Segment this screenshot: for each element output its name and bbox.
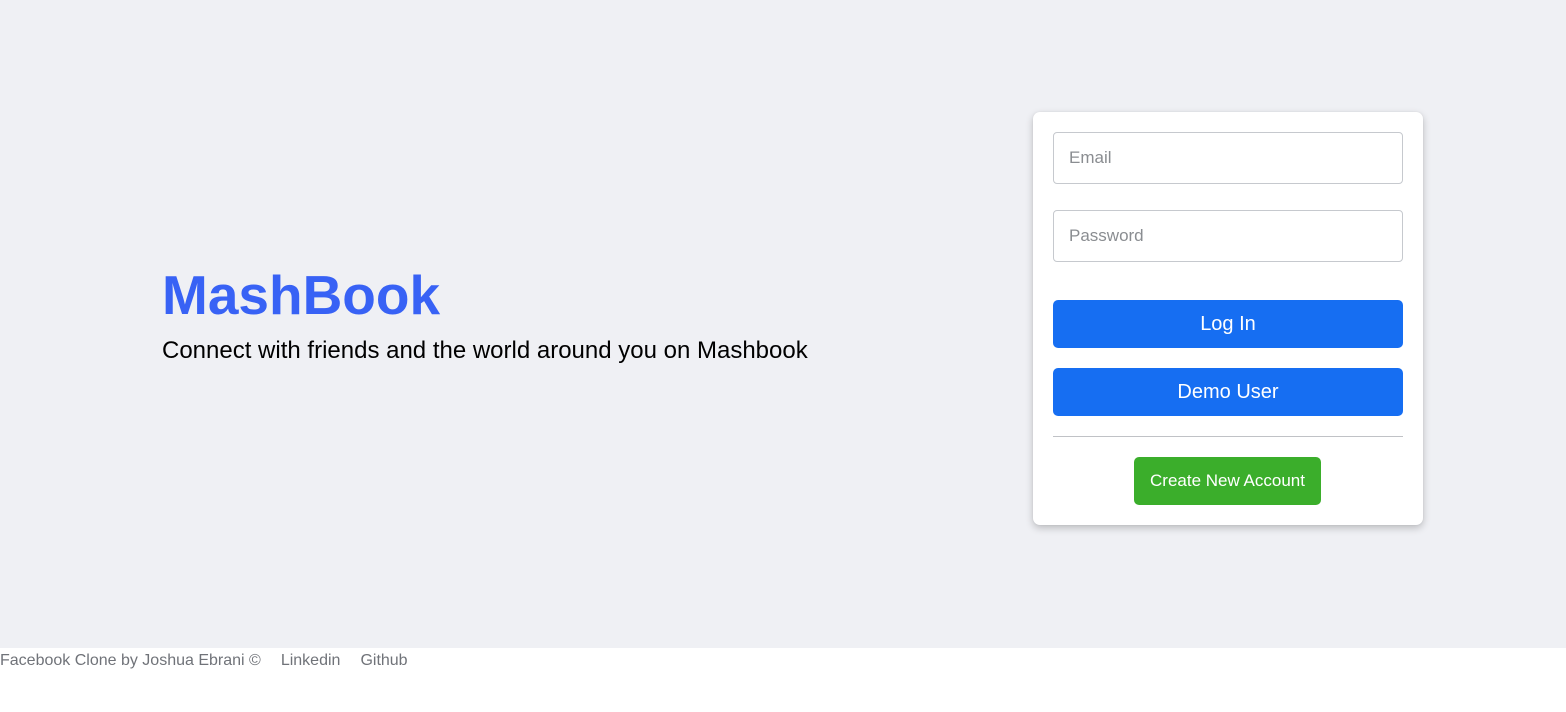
brand-title: MashBook <box>162 264 441 326</box>
create-account-button[interactable]: Create New Account <box>1134 457 1321 505</box>
landing-main: MashBook Connect with friends and the wo… <box>0 0 1566 648</box>
password-field[interactable] <box>1053 210 1403 262</box>
linkedin-link[interactable]: Linkedin <box>281 652 341 670</box>
login-button[interactable]: Log In <box>1053 300 1403 348</box>
brand-section: MashBook Connect with friends and the wo… <box>162 262 808 366</box>
github-link[interactable]: Github <box>360 652 407 670</box>
login-card: Log In Demo User Create New Account <box>1033 112 1423 525</box>
email-field[interactable] <box>1053 132 1403 184</box>
footer: Facebook Clone by Joshua Ebrani © Linked… <box>0 650 428 672</box>
footer-credit: Facebook Clone by Joshua Ebrani © <box>0 652 261 669</box>
brand-tagline: Connect with friends and the world aroun… <box>162 337 808 364</box>
demo-user-button[interactable]: Demo User <box>1053 368 1403 416</box>
form-divider <box>1053 436 1403 437</box>
